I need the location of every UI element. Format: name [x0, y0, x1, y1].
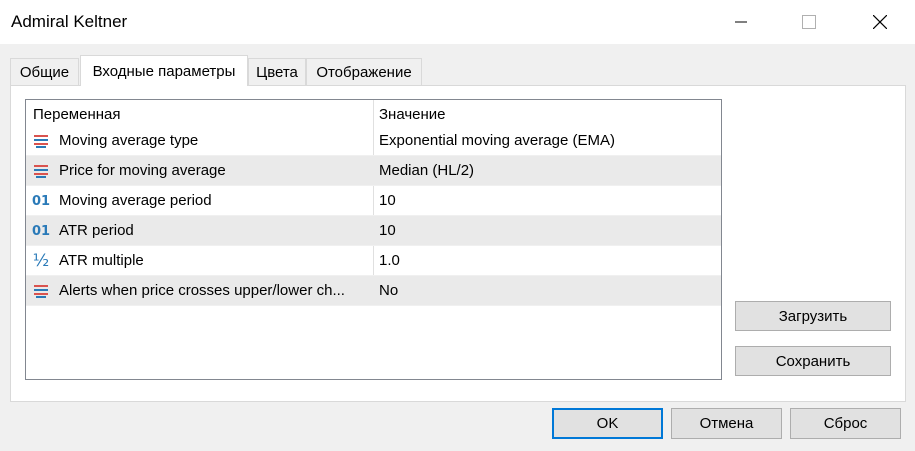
parameter-name: Alerts when price crosses upper/lower ch…: [59, 282, 345, 299]
close-button[interactable]: [857, 0, 903, 44]
fraction-icon: ½: [32, 251, 50, 271]
table-row[interactable]: ½ ATR multiple 1.0: [26, 246, 721, 276]
tab-general[interactable]: Общие: [10, 58, 79, 86]
tab-display[interactable]: Отображение: [306, 58, 422, 86]
parameter-value[interactable]: 10: [379, 192, 396, 209]
parameter-name: Moving average period: [59, 192, 212, 209]
minimize-button[interactable]: [718, 0, 764, 44]
tab-input-parameters[interactable]: Входные параметры: [80, 55, 248, 86]
close-icon: [873, 15, 887, 29]
parameter-value[interactable]: 1.0: [379, 252, 400, 269]
table-row[interactable]: Moving average type Exponential moving a…: [26, 126, 721, 156]
reset-button[interactable]: Сброс: [790, 408, 901, 439]
table-row[interactable]: 01 Moving average period 10: [26, 186, 721, 216]
parameter-value[interactable]: Exponential moving average (EMA): [379, 132, 615, 149]
maximize-button[interactable]: [786, 0, 832, 44]
title-bar: Admiral Keltner: [0, 0, 915, 44]
table-row[interactable]: Alerts when price crosses upper/lower ch…: [26, 276, 721, 306]
cancel-button[interactable]: Отмена: [671, 408, 782, 439]
parameter-name: ATR period: [59, 222, 134, 239]
window-title: Admiral Keltner: [11, 12, 128, 31]
ok-button[interactable]: OK: [552, 408, 663, 439]
load-button[interactable]: Загрузить: [735, 301, 891, 331]
save-button[interactable]: Сохранить: [735, 346, 891, 376]
column-header-variable[interactable]: Переменная: [33, 106, 121, 123]
integer-icon: 01: [31, 193, 51, 209]
table-row[interactable]: 01 ATR period 10: [26, 216, 721, 246]
parameter-value[interactable]: Median (HL/2): [379, 162, 474, 179]
enum-icon: [32, 162, 50, 180]
table-row[interactable]: Price for moving average Median (HL/2): [26, 156, 721, 186]
enum-icon: [32, 132, 50, 150]
enum-icon: [32, 282, 50, 300]
column-header-value[interactable]: Значение: [379, 106, 446, 123]
minimize-icon: [735, 21, 747, 23]
tab-panel: Переменная Значение Moving average type …: [10, 85, 906, 402]
tab-colors[interactable]: Цвета: [248, 58, 306, 86]
parameter-name: Price for moving average: [59, 162, 226, 179]
maximize-icon: [802, 15, 816, 29]
parameter-value[interactable]: No: [379, 282, 398, 299]
parameters-grid[interactable]: Переменная Значение Moving average type …: [25, 99, 722, 380]
integer-icon: 01: [31, 223, 51, 239]
parameter-value[interactable]: 10: [379, 222, 396, 239]
parameter-name: ATR multiple: [59, 252, 144, 269]
parameter-name: Moving average type: [59, 132, 199, 149]
